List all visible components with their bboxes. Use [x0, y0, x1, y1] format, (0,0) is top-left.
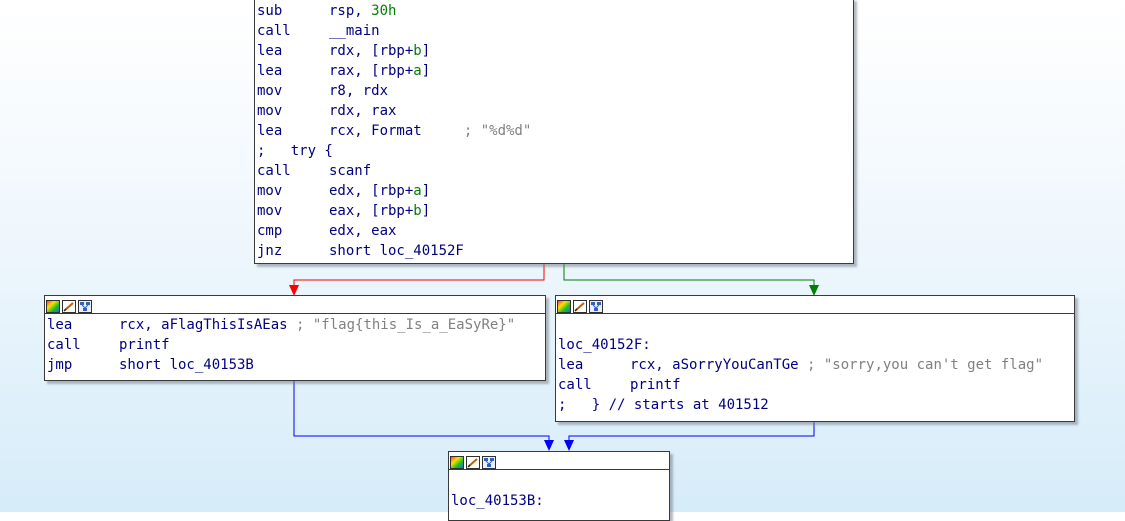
graph-overview-icon[interactable] — [482, 454, 496, 469]
asm-operand[interactable]: 30h — [371, 3, 396, 19]
asm-mnemonic: call — [257, 163, 291, 179]
asm-label: ; } // starts at 401512 — [558, 397, 769, 413]
asm-mnemonic: lea — [558, 357, 584, 373]
basic-block-loc-40153B[interactable]: loc_40153B: — [448, 451, 670, 521]
asm-line[interactable]: call scanf — [257, 161, 853, 181]
asm-line[interactable]: call printf — [558, 375, 1074, 395]
asm-operand[interactable]: scanf — [329, 163, 371, 179]
asm-operand[interactable]: edx, [rbp+ — [329, 183, 413, 199]
bottom-block-code: loc_40153B: — [449, 470, 669, 511]
rename-pencil-icon[interactable] — [466, 454, 480, 469]
rename-pencil-icon[interactable] — [62, 298, 76, 313]
asm-operand[interactable]: eax, [rbp+ — [329, 203, 413, 219]
asm-operand[interactable]: rdx, [rbp+ — [329, 43, 413, 59]
asm-line[interactable]: ; try { — [257, 141, 853, 161]
asm-operand[interactable]: rax, [rbp+ — [329, 63, 413, 79]
asm-operand[interactable]: edx, eax — [329, 223, 396, 239]
asm-line[interactable]: lea rcx, aFlagThisIsAEas ; "flag{this_Is_… — [47, 315, 545, 335]
block-header — [45, 296, 545, 314]
asm-line[interactable]: jnz short loc_40152F — [257, 241, 853, 261]
asm-line[interactable] — [558, 315, 1074, 335]
right-block-code: loc_40152F:lea rcx, aSorryYouCanTGe ; "so… — [556, 314, 1074, 415]
asm-line[interactable]: call __main — [257, 21, 853, 41]
basic-block-loc-40152F[interactable]: loc_40152F:lea rcx, aSorryYouCanTGe ; "so… — [555, 295, 1075, 422]
asm-line[interactable]: loc_40153B: — [451, 491, 669, 511]
asm-operand[interactable]: short loc_40152F — [329, 243, 464, 259]
asm-line[interactable]: cmp edx, eax — [257, 221, 853, 241]
asm-operand[interactable]: ] — [422, 43, 430, 59]
edge-jnz-false[interactable] — [293, 264, 545, 288]
asm-comment: ; "flag{this_Is_a_EaSyRe}" — [296, 317, 516, 333]
asm-operand[interactable]: printf — [119, 337, 170, 353]
asm-mnemonic: lea — [47, 317, 73, 333]
asm-line[interactable]: mov rdx, rax — [257, 101, 853, 121]
asm-mnemonic: lea — [257, 43, 283, 59]
asm-comment: ; "%d%d" — [463, 123, 532, 139]
asm-operand[interactable]: rcx, aFlagThisIsAEas — [119, 317, 296, 333]
asm-line[interactable]: lea rcx, Format ; "%d%d" — [257, 121, 853, 141]
asm-operand[interactable]: ] — [422, 203, 430, 219]
basic-block-print-flag[interactable]: lea rcx, aFlagThisIsAEas ; "flag{this_Is_… — [44, 295, 546, 381]
asm-mnemonic: jmp — [47, 357, 73, 373]
block-header — [449, 452, 669, 470]
asm-mnemonic: call — [47, 337, 81, 353]
asm-mnemonic: cmp — [257, 223, 283, 239]
asm-operand[interactable]: ] — [422, 183, 430, 199]
asm-operand[interactable]: a — [413, 183, 421, 199]
asm-line[interactable]: sub rsp, 30h — [257, 1, 853, 21]
asm-line[interactable]: mov eax, [rbp+b] — [257, 201, 853, 221]
asm-mnemonic: mov — [257, 203, 283, 219]
asm-line[interactable]: mov r8, rdx — [257, 81, 853, 101]
asm-operand[interactable]: b — [413, 43, 421, 59]
color-palette-icon[interactable] — [450, 454, 464, 469]
edge-fallthrough-merge[interactable] — [568, 421, 815, 443]
graph-overview-icon[interactable] — [589, 298, 603, 313]
edge-jnz-true[interactable] — [563, 264, 815, 288]
asm-mnemonic: call — [558, 377, 592, 393]
asm-line[interactable]: lea rdx, [rbp+b] — [257, 41, 853, 61]
asm-mnemonic: lea — [257, 123, 283, 139]
asm-line[interactable] — [451, 471, 669, 491]
asm-comment: ; "sorry,you can't get flag" — [807, 357, 1044, 373]
asm-mnemonic: mov — [257, 103, 283, 119]
edge-fallthrough-merge-arrow — [564, 440, 574, 451]
left-block-code: lea rcx, aFlagThisIsAEas ; "flag{this_Is_… — [45, 314, 545, 375]
asm-line[interactable]: lea rax, [rbp+a] — [257, 61, 853, 81]
asm-line[interactable]: call printf — [47, 335, 545, 355]
asm-operand[interactable]: rsp, — [329, 3, 371, 19]
asm-label: loc_40153B: — [451, 493, 544, 509]
asm-operand[interactable]: printf — [630, 377, 681, 393]
asm-mnemonic: call — [257, 23, 291, 39]
asm-line[interactable]: lea rcx, aSorryYouCanTGe ; "sorry,you can… — [558, 355, 1074, 375]
asm-line[interactable]: mov edx, [rbp+a] — [257, 181, 853, 201]
asm-mnemonic: jnz — [257, 243, 283, 259]
asm-operand[interactable]: rcx, aSorryYouCanTGe — [630, 357, 807, 373]
asm-operand[interactable]: ] — [422, 63, 430, 79]
asm-operand[interactable]: b — [413, 203, 421, 219]
asm-label: ; try { — [257, 143, 333, 159]
asm-operand[interactable]: rcx, Format — [329, 123, 464, 139]
asm-operand[interactable]: short loc_40153B — [119, 357, 254, 373]
asm-operand[interactable]: rdx, rax — [329, 103, 396, 119]
asm-operand[interactable]: __main — [329, 23, 380, 39]
asm-line[interactable]: jmp short loc_40153B — [47, 355, 545, 375]
rename-pencil-icon[interactable] — [573, 298, 587, 313]
basic-block-main[interactable]: sub rsp, 30h call __main lea rdx, [rbp+b] lea r… — [254, 0, 854, 264]
asm-operand[interactable]: a — [413, 63, 421, 79]
color-palette-icon[interactable] — [557, 298, 571, 313]
edge-jmp-merge-arrow — [544, 440, 554, 451]
asm-mnemonic: mov — [257, 83, 283, 99]
edge-jmp-merge[interactable] — [293, 380, 550, 443]
asm-mnemonic: sub — [257, 3, 283, 19]
asm-label: loc_40152F: — [558, 337, 651, 353]
color-palette-icon[interactable] — [46, 298, 60, 313]
graph-overview-icon[interactable] — [78, 298, 92, 313]
block-header — [556, 296, 1074, 314]
asm-mnemonic: mov — [257, 183, 283, 199]
main-block-code: sub rsp, 30h call __main lea rdx, [rbp+b] lea r… — [255, 0, 853, 261]
asm-operand[interactable]: r8, rdx — [329, 83, 388, 99]
asm-line[interactable]: ; } // starts at 401512 — [558, 395, 1074, 415]
asm-line[interactable]: loc_40152F: — [558, 335, 1074, 355]
asm-mnemonic: lea — [257, 63, 283, 79]
